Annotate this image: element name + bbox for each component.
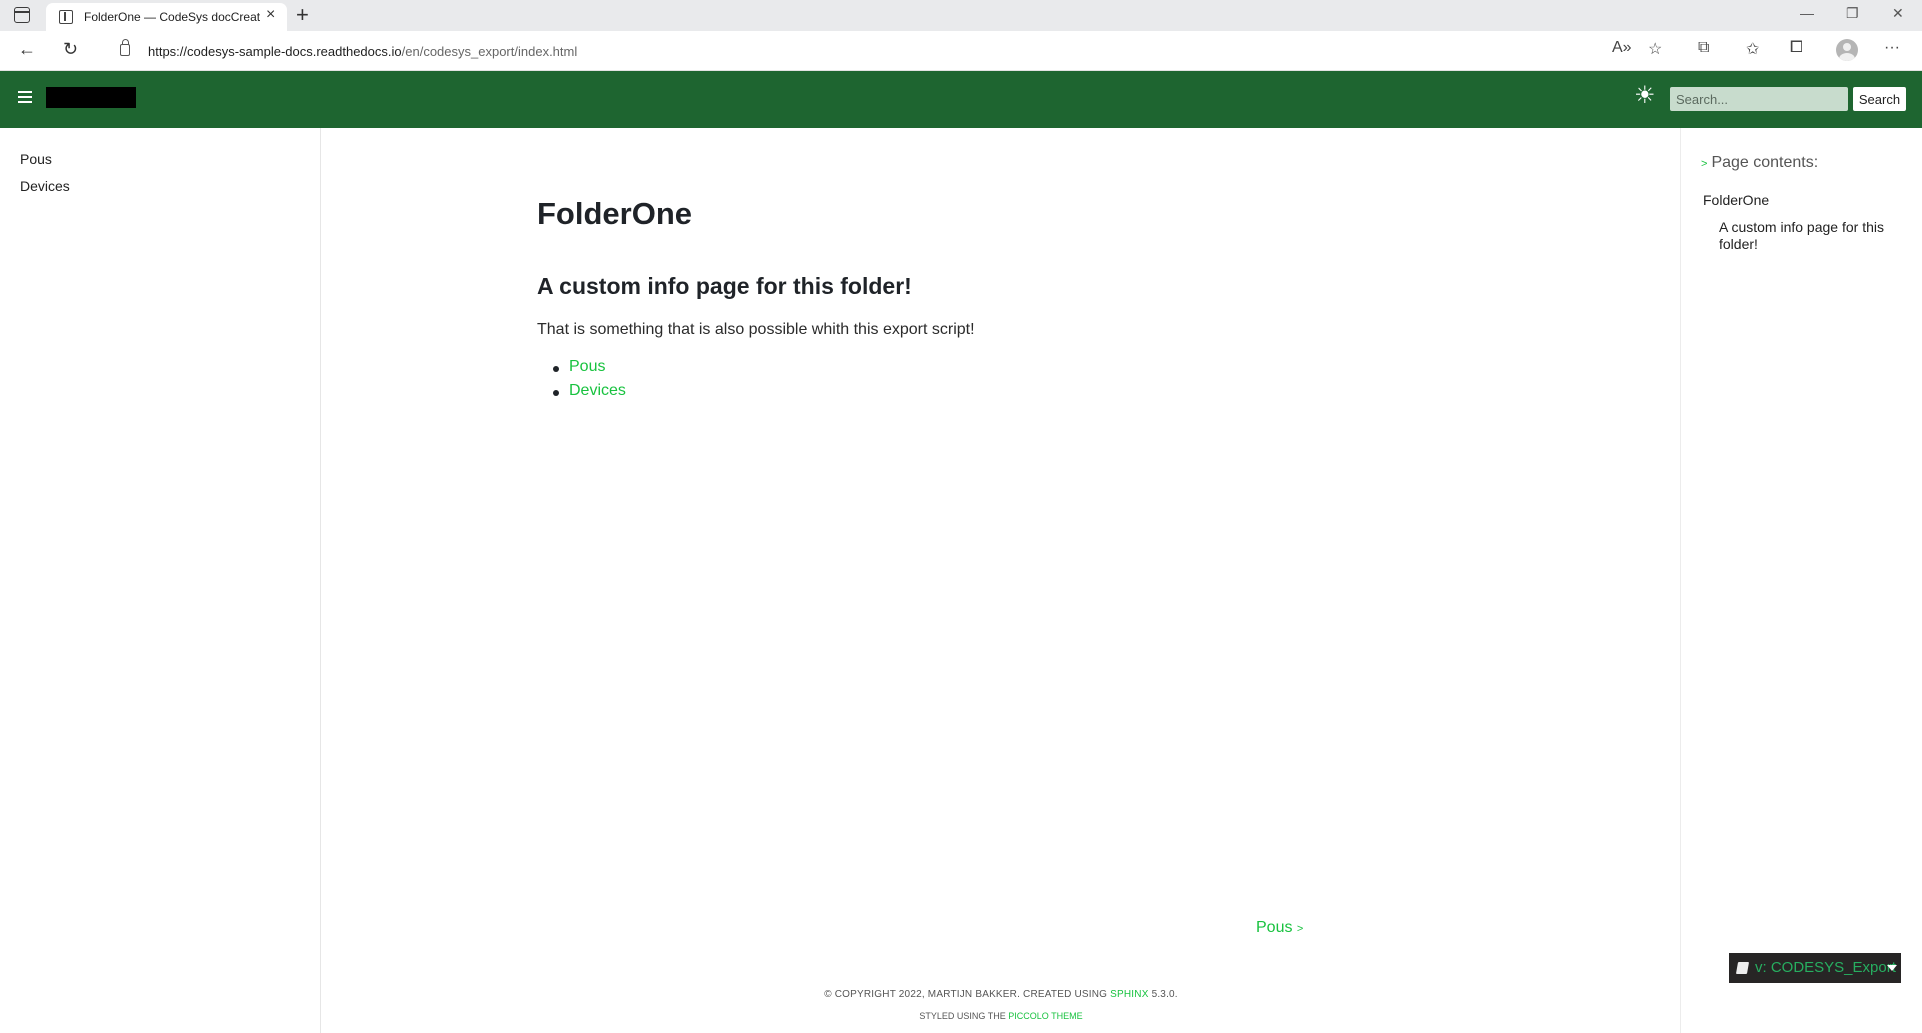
collections-icon[interactable]: ⧠: [1790, 39, 1803, 57]
search-button[interactable]: Search: [1853, 87, 1906, 111]
search-input[interactable]: [1670, 87, 1848, 111]
version-selector[interactable]: v: CODESYS_Export: [1729, 953, 1901, 983]
toc-item-folderone[interactable]: FolderOne: [1703, 192, 1769, 208]
book-icon: [1735, 962, 1750, 974]
browser-tab-bar: FolderOne — CodeSys docCreat × + — ❐ ✕: [0, 0, 1922, 31]
body-paragraph: That is something that is also possible …: [537, 321, 975, 338]
sidebar-item-devices[interactable]: Devices: [20, 178, 70, 194]
extensions-icon[interactable]: ⧉: [1698, 39, 1709, 57]
favorites-icon[interactable]: ✩: [1746, 39, 1759, 59]
caret-down-icon: [1887, 965, 1897, 971]
hamburger-menu-icon[interactable]: [18, 91, 32, 103]
toctree-list: Pous Devices: [537, 358, 626, 406]
version-label: v: CODESYS_Export: [1755, 959, 1896, 976]
toc-title: > Page contents:: [1701, 154, 1819, 171]
footer-copyright: © Copyright 2022, Martijn Bakker. Create…: [824, 989, 1178, 1000]
tab-actions-icon[interactable]: [14, 7, 30, 23]
toc-item-custom-info[interactable]: A custom info page for this folder!: [1719, 219, 1909, 253]
link-pous[interactable]: Pous: [569, 358, 605, 375]
url-text: https://codesys-sample-docs.readthedocs.…: [148, 44, 578, 59]
theme-toggle-sun-icon[interactable]: ☀: [1634, 84, 1656, 108]
window-close-icon[interactable]: ✕: [1892, 5, 1904, 22]
restore-icon[interactable]: ❐: [1846, 5, 1859, 22]
list-item: Pous: [537, 358, 626, 382]
refresh-icon[interactable]: ↻: [63, 39, 78, 60]
site-logo[interactable]: [46, 87, 136, 108]
profile-avatar[interactable]: [1836, 39, 1858, 61]
more-options-icon[interactable]: ···: [1884, 39, 1900, 57]
page-title: FolderOne: [537, 196, 693, 231]
new-tab-icon[interactable]: +: [296, 2, 309, 28]
footer-theme: Styled using the Piccolo Theme: [919, 1011, 1083, 1021]
browser-address-bar: ← ↻ https://codesys-sample-docs.readthed…: [0, 31, 1922, 71]
chevron-right-icon: >: [1701, 158, 1708, 170]
tab-title: FolderOne — CodeSys docCreat: [84, 10, 261, 24]
page-contents-sidebar: > Page contents: FolderOne A custom info …: [1680, 128, 1922, 1033]
close-tab-icon[interactable]: ×: [266, 6, 275, 24]
section-title: A custom info page for this folder!: [537, 273, 912, 299]
back-icon[interactable]: ←: [18, 39, 36, 60]
minimize-icon[interactable]: —: [1800, 5, 1814, 21]
add-favorite-icon[interactable]: ☆: [1648, 39, 1662, 59]
chevron-right-icon: >: [1296, 923, 1304, 935]
left-sidebar: Pous Devices: [0, 128, 321, 1033]
next-page-link[interactable]: Pous >: [1256, 919, 1303, 937]
url-field[interactable]: https://codesys-sample-docs.readthedocs.…: [102, 36, 1672, 66]
link-devices[interactable]: Devices: [569, 382, 626, 399]
main-content: FolderOne A custom info page for this fo…: [322, 128, 1680, 1033]
list-item: Devices: [537, 382, 626, 406]
browser-tab-active[interactable]: FolderOne — CodeSys docCreat ×: [46, 3, 287, 31]
sphinx-link[interactable]: Sphinx: [1110, 989, 1148, 1000]
site-header: ☀ Search: [0, 71, 1922, 128]
read-aloud-icon[interactable]: A»: [1612, 39, 1632, 57]
sidebar-item-pous[interactable]: Pous: [20, 151, 52, 167]
lock-icon: [120, 39, 130, 56]
page-favicon-icon: [59, 10, 73, 24]
piccolo-theme-link[interactable]: Piccolo Theme: [1008, 1011, 1082, 1021]
